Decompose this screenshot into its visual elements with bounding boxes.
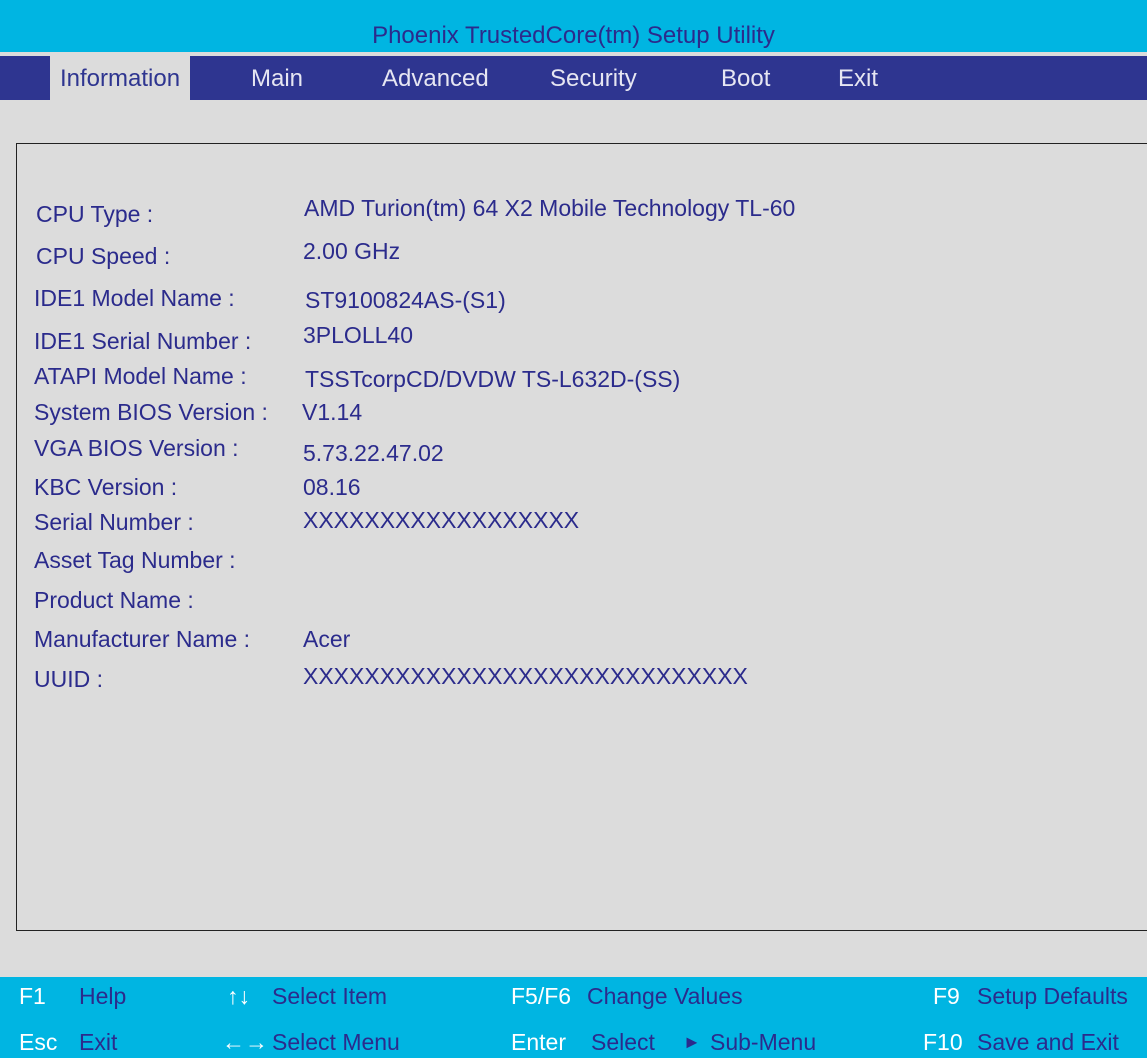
info-row-uuid: UUID : XXXXXXXXXXXXXXXXXXXXXXXXXXXXX — [0, 663, 1147, 702]
status-bar: F1 Help ↑↓ Select Item F5/F6 Change Valu… — [0, 977, 1147, 1058]
setup-defaults-hint: Setup Defaults — [977, 983, 1128, 1009]
info-label: ATAPI Model Name : — [34, 363, 247, 389]
info-row-serial-number: Serial Number : XXXXXXXXXXXXXXXXXX — [0, 507, 1147, 543]
enter-key: Enter — [511, 1029, 566, 1055]
info-row-kbc-version: KBC Version : 08.16 — [0, 474, 1147, 510]
info-label: UUID : — [34, 666, 103, 692]
f9-key: F9 — [933, 983, 960, 1009]
info-label: Product Name : — [34, 587, 194, 613]
info-label: Serial Number : — [34, 509, 194, 535]
info-label: VGA BIOS Version : — [34, 435, 239, 461]
esc-key: Esc — [19, 1029, 58, 1055]
info-label: KBC Version : — [34, 474, 178, 500]
tab-information[interactable]: Information — [50, 56, 191, 100]
info-value: 2.00 GHz — [303, 238, 401, 264]
info-value: V1.14 — [302, 399, 363, 425]
info-row-asset-tag: Asset Tag Number : — [0, 547, 1147, 583]
info-row-ide1-serial: IDE1 Serial Number : 3PLOLL40 — [0, 322, 1147, 361]
tab-exit[interactable]: Exit — [838, 56, 878, 100]
sub-menu-hint: Sub-Menu — [710, 1029, 817, 1055]
f10-key: F10 — [923, 1029, 963, 1055]
info-row-product-name: Product Name : — [0, 587, 1147, 623]
tab-main[interactable]: Main — [251, 56, 303, 100]
menu-bar: Information Main Advanced Security Boot … — [0, 56, 1147, 100]
info-value: 3PLOLL40 — [303, 322, 413, 348]
help-hint: Help — [79, 983, 127, 1009]
info-row-system-bios: System BIOS Version : V1.14 — [0, 399, 1147, 435]
info-label: System BIOS Version : — [34, 399, 268, 425]
info-value: XXXXXXXXXXXXXXXXXX — [303, 507, 580, 533]
tab-advanced[interactable]: Advanced — [382, 56, 489, 100]
change-values-hint: Change Values — [587, 983, 743, 1009]
tab-security[interactable]: Security — [550, 56, 637, 100]
f5f6-key: F5/F6 — [511, 983, 572, 1009]
exit-hint: Exit — [79, 1029, 118, 1055]
info-label: Manufacturer Name : — [34, 626, 251, 652]
info-value: AMD Turion(tm) 64 X2 Mobile Technology T… — [304, 195, 796, 221]
save-and-exit-hint: Save and Exit — [977, 1029, 1119, 1055]
f1-key: F1 — [19, 983, 46, 1009]
info-label: Asset Tag Number : — [34, 547, 236, 573]
tab-boot[interactable]: Boot — [721, 56, 770, 100]
submenu-arrow-icon: ► — [683, 1032, 701, 1052]
info-value: 5.73.22.47.02 — [303, 440, 444, 466]
info-label: CPU Type : — [36, 201, 154, 227]
info-value: XXXXXXXXXXXXXXXXXXXXXXXXXXXXX — [303, 663, 748, 689]
info-label: IDE1 Model Name : — [34, 285, 235, 311]
info-value: Acer — [303, 626, 351, 652]
info-row-manufacturer: Manufacturer Name : Acer — [0, 626, 1147, 662]
up-down-arrows-icon: ↑↓ — [227, 983, 250, 1009]
select-menu-hint: Select Menu — [272, 1029, 400, 1055]
info-value: TSSTcorpCD/DVDW TS-L632D-(SS) — [305, 366, 681, 392]
info-value: ST9100824AS-(S1) — [305, 287, 506, 313]
left-right-arrows-icon: ←→ — [222, 1029, 268, 1055]
info-row-vga-bios: VGA BIOS Version : 5.73.22.47.02 — [0, 435, 1147, 471]
info-label: IDE1 Serial Number : — [34, 328, 252, 354]
info-row-atapi-model: ATAPI Model Name : TSSTcorpCD/DVDW TS-L6… — [0, 363, 1147, 399]
info-value: 08.16 — [303, 474, 361, 500]
select-item-hint: Select Item — [272, 983, 388, 1009]
info-row-ide1-model: IDE1 Model Name : ST9100824AS-(S1) — [0, 285, 1147, 321]
app-title: Phoenix TrustedCore(tm) Setup Utility — [0, 0, 1147, 52]
select-hint: Select — [591, 1029, 655, 1055]
info-row-cpu-speed: CPU Speed : 2.00 GHz — [0, 238, 1147, 279]
info-label: CPU Speed : — [36, 243, 171, 269]
info-row-cpu-type: CPU Type : AMD Turion(tm) 64 X2 Mobile T… — [0, 195, 1147, 237]
